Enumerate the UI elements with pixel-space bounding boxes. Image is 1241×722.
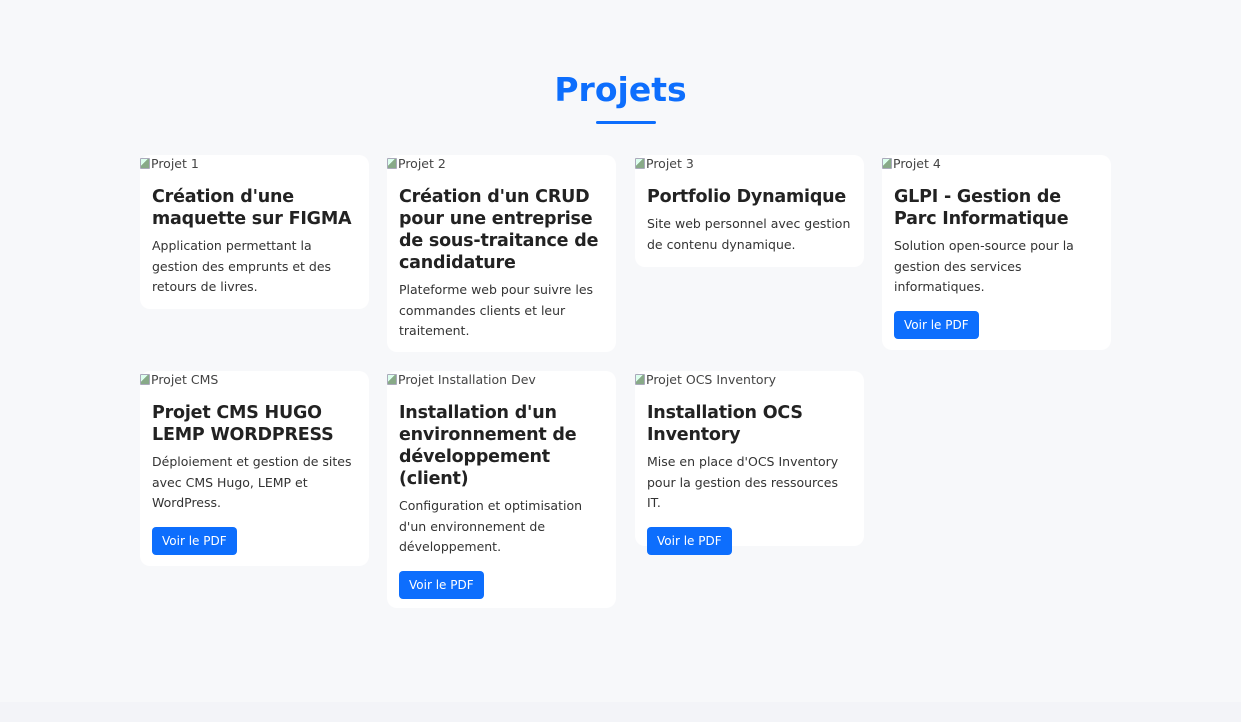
project-description-4: Solution open-source pour la gestion des… [894, 238, 1074, 294]
project-title-2: Création d'un CRUD pour une entreprise d… [399, 187, 599, 273]
project-description-2: Plateforme web pour suivre les commandes… [399, 282, 594, 338]
project-title-4: GLPI - Gestion de Parc Informatique [894, 187, 1069, 229]
project-description-6: Configuration et optimisation d'un envir… [399, 498, 583, 554]
project-title-5: Projet CMS HUGO LEMP WORDPRESS [152, 403, 334, 445]
project-title-7: Installation OCS Inventory [647, 403, 803, 445]
project-card-6: Projet Installation Dev Installation d'u… [387, 371, 616, 608]
project-title-3: Portfolio Dynamique [647, 187, 847, 207]
project-card-2: Projet 2 Création d'un CRUD pour une ent… [387, 155, 616, 352]
view-pdf-button-7[interactable]: Voir le PDF [647, 526, 732, 555]
project-card-4: Projet 4 GLPI - Gestion de Parc Informat… [882, 155, 1111, 350]
project-card-3: Projet 3 Portfolio Dynamique Site web pe… [635, 155, 864, 267]
project-title-1: Création d'une maquette sur FIGMA [152, 187, 352, 229]
project-card-1: Projet 1 Création d'une maquette sur FIG… [140, 155, 369, 309]
project-image-5: Projet CMS [140, 371, 369, 389]
view-pdf-button-5[interactable]: Voir le PDF [152, 526, 237, 555]
project-image-7: Projet OCS Inventory [635, 371, 864, 389]
view-pdf-button-4[interactable]: Voir le PDF [894, 310, 979, 339]
projects-section: Projets Projet 1 Création d'une maquette… [0, 0, 1241, 722]
project-card-7: Projet OCS Inventory Installation OCS In… [635, 371, 864, 555]
project-title-6: Installation d'un environnement de dével… [399, 403, 577, 489]
project-image-2: Projet 2 [387, 155, 616, 173]
project-description-7: Mise en place d'OCS Inventory pour la ge… [647, 454, 839, 510]
project-image-4: Projet 4 [882, 155, 1111, 173]
project-image-3: Projet 3 [635, 155, 864, 173]
view-pdf-button-6[interactable]: Voir le PDF [399, 570, 484, 599]
title-underline [596, 121, 656, 124]
project-image-1: Projet 1 [140, 155, 369, 173]
project-description-5: Déploiement et gestion de sites avec CMS… [152, 454, 352, 510]
project-card-5: Projet CMS Projet CMS HUGO LEMP WORDPRES… [140, 371, 369, 566]
footer-strip [0, 702, 1241, 722]
project-image-6: Projet Installation Dev [387, 371, 616, 389]
section-title: Projets [554, 70, 687, 109]
project-description-3: Site web personnel avec gestion de conte… [647, 216, 851, 252]
project-description-1: Application permettant la gestion des em… [152, 238, 332, 294]
